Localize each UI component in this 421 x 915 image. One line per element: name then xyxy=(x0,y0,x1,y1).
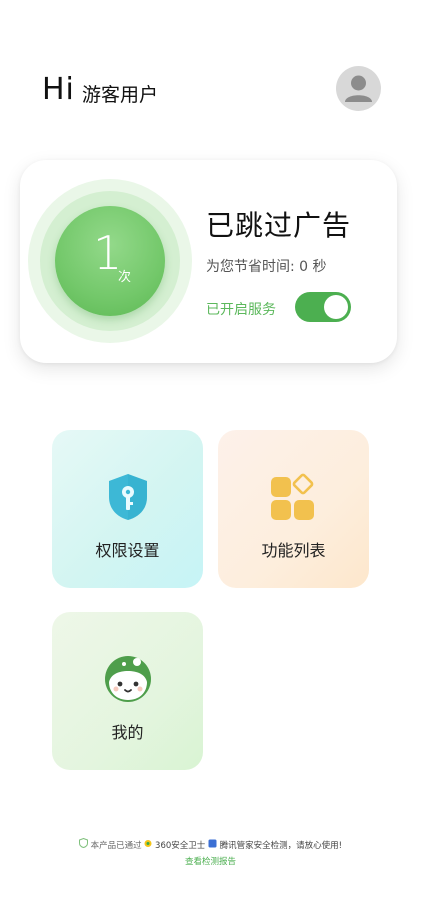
permissions-label: 权限设置 xyxy=(95,541,160,560)
footer-badge-360: 360安全卫士 xyxy=(155,841,206,851)
service-status-label: 已开启服务 xyxy=(206,302,276,318)
toggle-knob xyxy=(324,295,348,319)
tencent-logo-icon xyxy=(208,839,217,853)
check-shield-icon xyxy=(78,837,88,853)
footer-badge-tencent: 腾讯管家安全检测，请放心使用! xyxy=(219,841,343,851)
mascot-icon xyxy=(103,654,153,708)
security-footer: 本产品已通过 360安全卫士 腾讯管家安全检测，请放心使用! 查看检测报告 xyxy=(0,837,421,869)
username: 游客用户 xyxy=(82,84,159,106)
header: Hi 游客用户 xyxy=(42,66,381,112)
avatar[interactable] xyxy=(336,66,381,111)
skip-count-unit: 次 xyxy=(118,270,132,285)
greeting: Hi xyxy=(42,72,75,107)
profile-tile[interactable]: 我的 xyxy=(52,612,203,770)
saved-time-text: 为您节省时间: 0 秒 xyxy=(206,259,327,275)
service-toggle[interactable] xyxy=(295,292,351,322)
view-report-link[interactable]: 查看检测报告 xyxy=(185,855,236,869)
grid-apps-icon xyxy=(268,472,320,526)
shield-key-icon xyxy=(106,472,150,526)
footer-pre: 本产品已通过 xyxy=(90,841,142,851)
user-icon xyxy=(345,75,372,102)
permissions-tile[interactable]: 权限设置 xyxy=(52,430,203,588)
360-logo-icon xyxy=(144,839,152,853)
ad-skip-card: 1 次 已跳过广告 为您节省时间: 0 秒 已开启服务 xyxy=(20,160,397,363)
profile-label: 我的 xyxy=(111,723,144,742)
features-tile[interactable]: 功能列表 xyxy=(218,430,369,588)
card-title: 已跳过广告 xyxy=(206,209,352,242)
features-label: 功能列表 xyxy=(261,541,326,560)
